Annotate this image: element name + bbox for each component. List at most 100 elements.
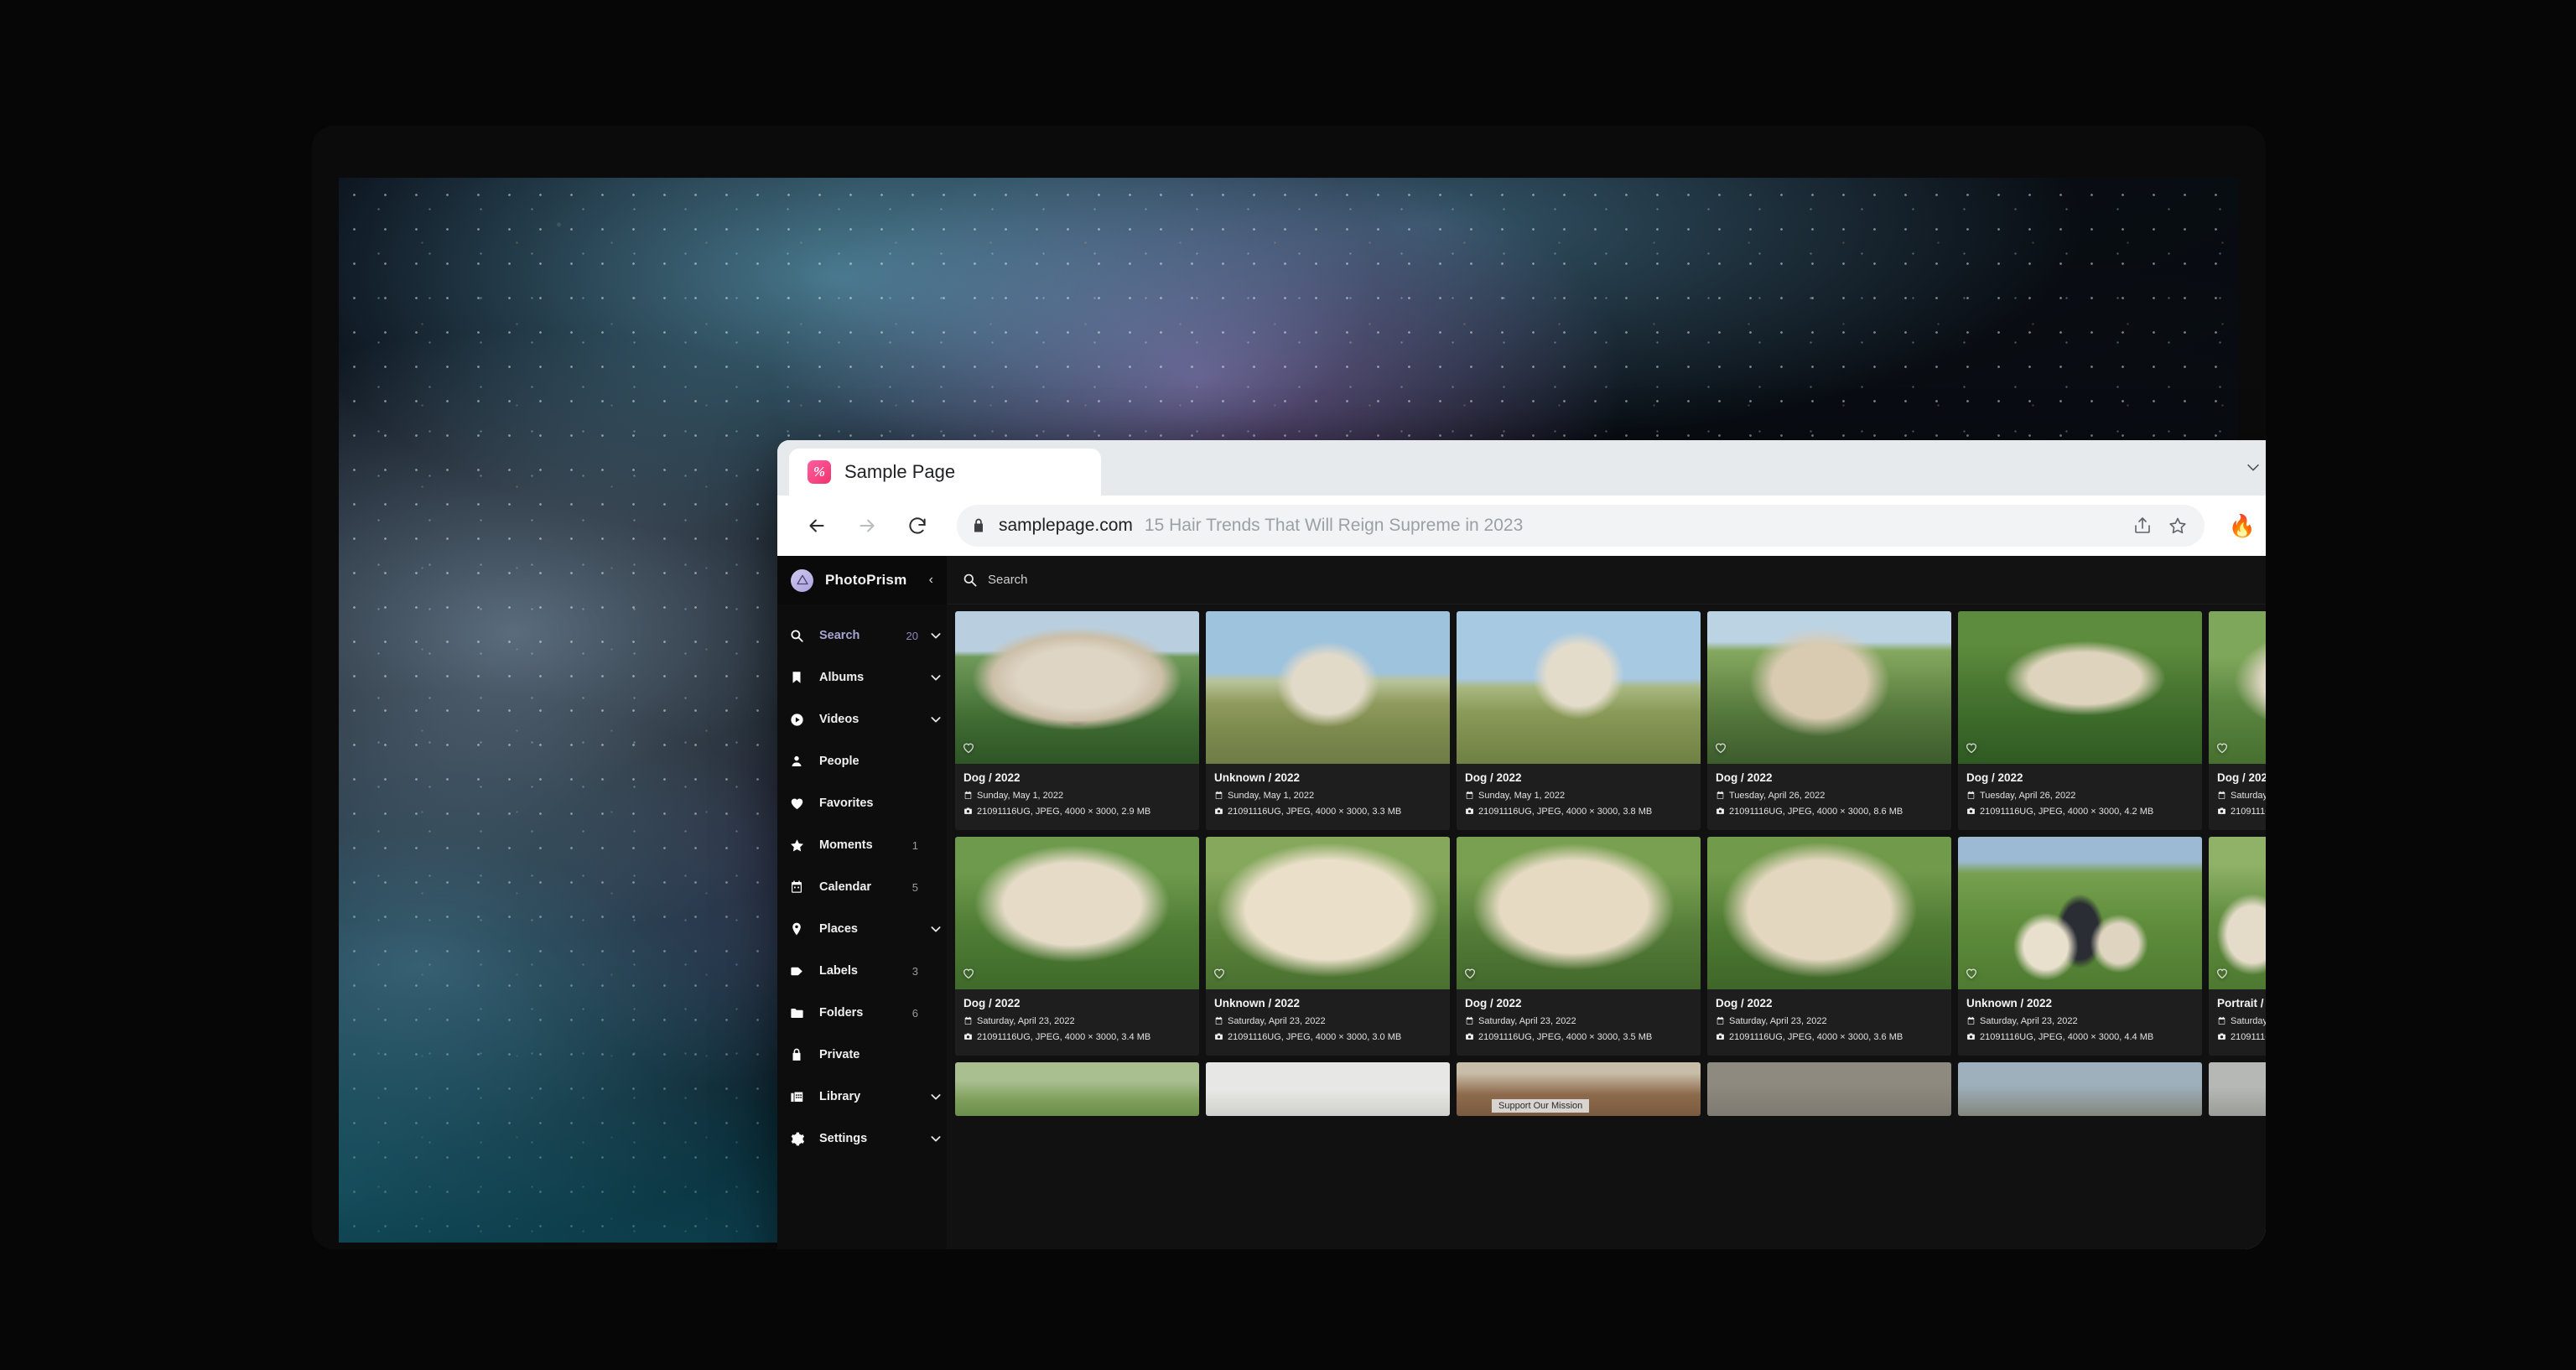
chevron-down-icon[interactable]: [925, 629, 947, 642]
photo-title: Dog / 2022: [963, 997, 1191, 1009]
calendar-icon: [1966, 1016, 1976, 1030]
favorite-icon[interactable]: [962, 741, 975, 759]
chevron-down-icon[interactable]: [925, 713, 947, 726]
flame-icon[interactable]: 🔥: [2228, 511, 2257, 540]
favorite-icon[interactable]: [1965, 741, 1978, 759]
photo-thumbnail[interactable]: [1457, 611, 1701, 764]
photo-thumbnail[interactable]: [955, 1062, 1199, 1116]
sidebar-item-label: Places: [814, 922, 918, 936]
sidebar-item-moments[interactable]: Moments 1: [777, 824, 947, 866]
sidebar-nav: Search 20 Albums: [777, 605, 947, 1160]
photo-info: 21091116UG, JPEG, 4000 × 3000, 8.6 MB: [1716, 806, 1943, 821]
photo-card[interactable]: Dog / 2022 Saturday, April 23, 2022 2109…: [955, 837, 1199, 1056]
photo-thumbnail[interactable]: [2209, 1062, 2266, 1116]
chevron-down-icon[interactable]: [925, 922, 947, 936]
calendar-icon: [963, 1016, 973, 1030]
camera-icon: [2217, 1032, 2226, 1046]
photo-thumbnail[interactable]: [1206, 1062, 1450, 1116]
photo-grid-scroll[interactable]: Dog / 2022 Sunday, May 1, 2022 21091116U…: [947, 605, 2266, 1249]
favorite-icon[interactable]: [962, 967, 975, 984]
favorite-icon[interactable]: [1965, 967, 1978, 984]
photo-card[interactable]: Dog / 2022 Tuesday, April 26, 2022 21091…: [1707, 611, 1951, 830]
favorite-icon[interactable]: [1714, 741, 1727, 759]
camera-icon: [1716, 807, 1725, 821]
photo-date: Tuesday, April 26, 2022: [1966, 790, 2194, 805]
photo-card[interactable]: Dog / 2022 Tuesday, April 26, 2022 21091…: [1958, 611, 2202, 830]
photo-thumbnail[interactable]: [2209, 611, 2266, 764]
photo-date: Saturday, April 23, 2022: [1465, 1015, 1692, 1030]
extension-icons: 🔥: [2221, 511, 2266, 540]
sidebar-item-calendar[interactable]: Calendar 5: [777, 866, 947, 908]
photo-card[interactable]: [1958, 1062, 2202, 1116]
bookmark-star-icon[interactable]: [2168, 516, 2188, 536]
photo-card[interactable]: Support Our Mission: [1457, 1062, 1701, 1116]
sidebar-item-label: Private: [814, 1048, 918, 1061]
sidebar-item-search[interactable]: Search 20: [777, 615, 947, 656]
chevron-down-icon[interactable]: [925, 671, 947, 684]
camera-icon: [1214, 1032, 1223, 1046]
tab-search-chevron-icon[interactable]: [2225, 447, 2266, 487]
browser-tab[interactable]: % Sample Page: [789, 449, 1101, 496]
photo-card[interactable]: Unknown / 2022 Saturday, April 23, 2022 …: [1206, 837, 1450, 1056]
photo-thumbnail[interactable]: [955, 611, 1199, 764]
photo-thumbnail[interactable]: [1958, 611, 2202, 764]
back-button[interactable]: [794, 503, 839, 548]
photo-thumbnail[interactable]: [1707, 837, 1951, 989]
search-input[interactable]: Search: [962, 572, 2266, 588]
sidebar-item-labels[interactable]: Labels 3: [777, 950, 947, 992]
photo-thumbnail[interactable]: [1958, 837, 2202, 989]
sidebar-item-albums[interactable]: Albums: [777, 656, 947, 698]
photo-thumbnail[interactable]: [955, 837, 1199, 989]
photo-title: Dog / 2022: [1465, 997, 1692, 1009]
photo-card[interactable]: Dog / 2022 Sunday, May 1, 2022 21091116U…: [955, 611, 1199, 830]
photo-card[interactable]: Dog / 2022 Saturday, April 23, 2022 2109…: [1457, 837, 1701, 1056]
forward-button[interactable]: [844, 503, 890, 548]
photo-card[interactable]: Dog / 2022 Sunday, May 1, 2022 21091116U…: [1457, 611, 1701, 830]
photo-thumbnail[interactable]: [1707, 1062, 1951, 1116]
photo-card[interactable]: Dog / 2022 Saturday, April 23, 2022 2109…: [1707, 837, 1951, 1056]
photo-card[interactable]: [2209, 1062, 2266, 1116]
favorite-icon[interactable]: [1463, 967, 1477, 984]
sidebar-collapse-button[interactable]: ‹: [929, 573, 933, 587]
sidebar-item-settings[interactable]: Settings: [777, 1118, 947, 1160]
favorite-icon[interactable]: [2215, 741, 2229, 759]
photo-card[interactable]: [1206, 1062, 1450, 1116]
sidebar-item-library[interactable]: Library: [777, 1076, 947, 1118]
photo-thumbnail[interactable]: [1206, 611, 1450, 764]
photo-date: Saturday, April 23, 2022: [2217, 1015, 2266, 1030]
photo-card[interactable]: Dog / 2022 Saturday, April 23, 2022 2109…: [2209, 611, 2266, 830]
photo-thumbnail[interactable]: [1958, 1062, 2202, 1116]
favorite-icon[interactable]: [2215, 967, 2229, 984]
heart-icon: [789, 796, 814, 812]
sidebar-item-videos[interactable]: Videos: [777, 698, 947, 740]
photo-thumbnail[interactable]: [1457, 837, 1701, 989]
sidebar-item-people[interactable]: People: [777, 740, 947, 782]
photo-thumbnail[interactable]: [2209, 837, 2266, 989]
monitor-bezel: % Sample Page: [312, 126, 2266, 1249]
photo-card[interactable]: Unknown / 2022 Saturday, April 23, 2022 …: [1958, 837, 2202, 1056]
reload-button[interactable]: [895, 503, 940, 548]
sidebar: PhotoPrism ‹ Search 20: [777, 556, 947, 1249]
photo-card[interactable]: Portrait / 2022 Saturday, April 23, 2022…: [2209, 837, 2266, 1056]
photo-card[interactable]: [955, 1062, 1199, 1116]
sidebar-item-favorites[interactable]: Favorites: [777, 782, 947, 824]
photo-thumbnail[interactable]: [1206, 837, 1450, 989]
photo-card[interactable]: Unknown / 2022 Sunday, May 1, 2022 21091…: [1206, 611, 1450, 830]
photo-card[interactable]: [1707, 1062, 1951, 1116]
sidebar-item-private[interactable]: Private: [777, 1034, 947, 1076]
photo-info: 21091116UG, JPEG, 4000 × 3000, 3.5 MB: [1465, 1031, 1692, 1046]
photo-thumbnail[interactable]: [1707, 611, 1951, 764]
photo-title: Dog / 2022: [1716, 771, 1943, 784]
sidebar-item-label: Folders: [814, 1006, 912, 1020]
photo-info: 21091116UG, JPEG, 4000 × 3000, 3.4 MB: [2217, 806, 2266, 821]
sidebar-item-folders[interactable]: Folders 6: [777, 992, 947, 1034]
favorite-icon[interactable]: [1213, 967, 1226, 984]
chevron-down-icon[interactable]: [925, 1132, 947, 1145]
share-icon[interactable]: [2132, 516, 2153, 536]
chevron-down-icon[interactable]: [925, 1090, 947, 1103]
address-bar[interactable]: samplepage.com 15 Hair Trends That Will …: [957, 505, 2205, 547]
sidebar-item-places[interactable]: Places: [777, 908, 947, 950]
search-icon: [789, 628, 814, 643]
gear-icon: [789, 1131, 814, 1147]
camera-icon: [1716, 1032, 1725, 1046]
